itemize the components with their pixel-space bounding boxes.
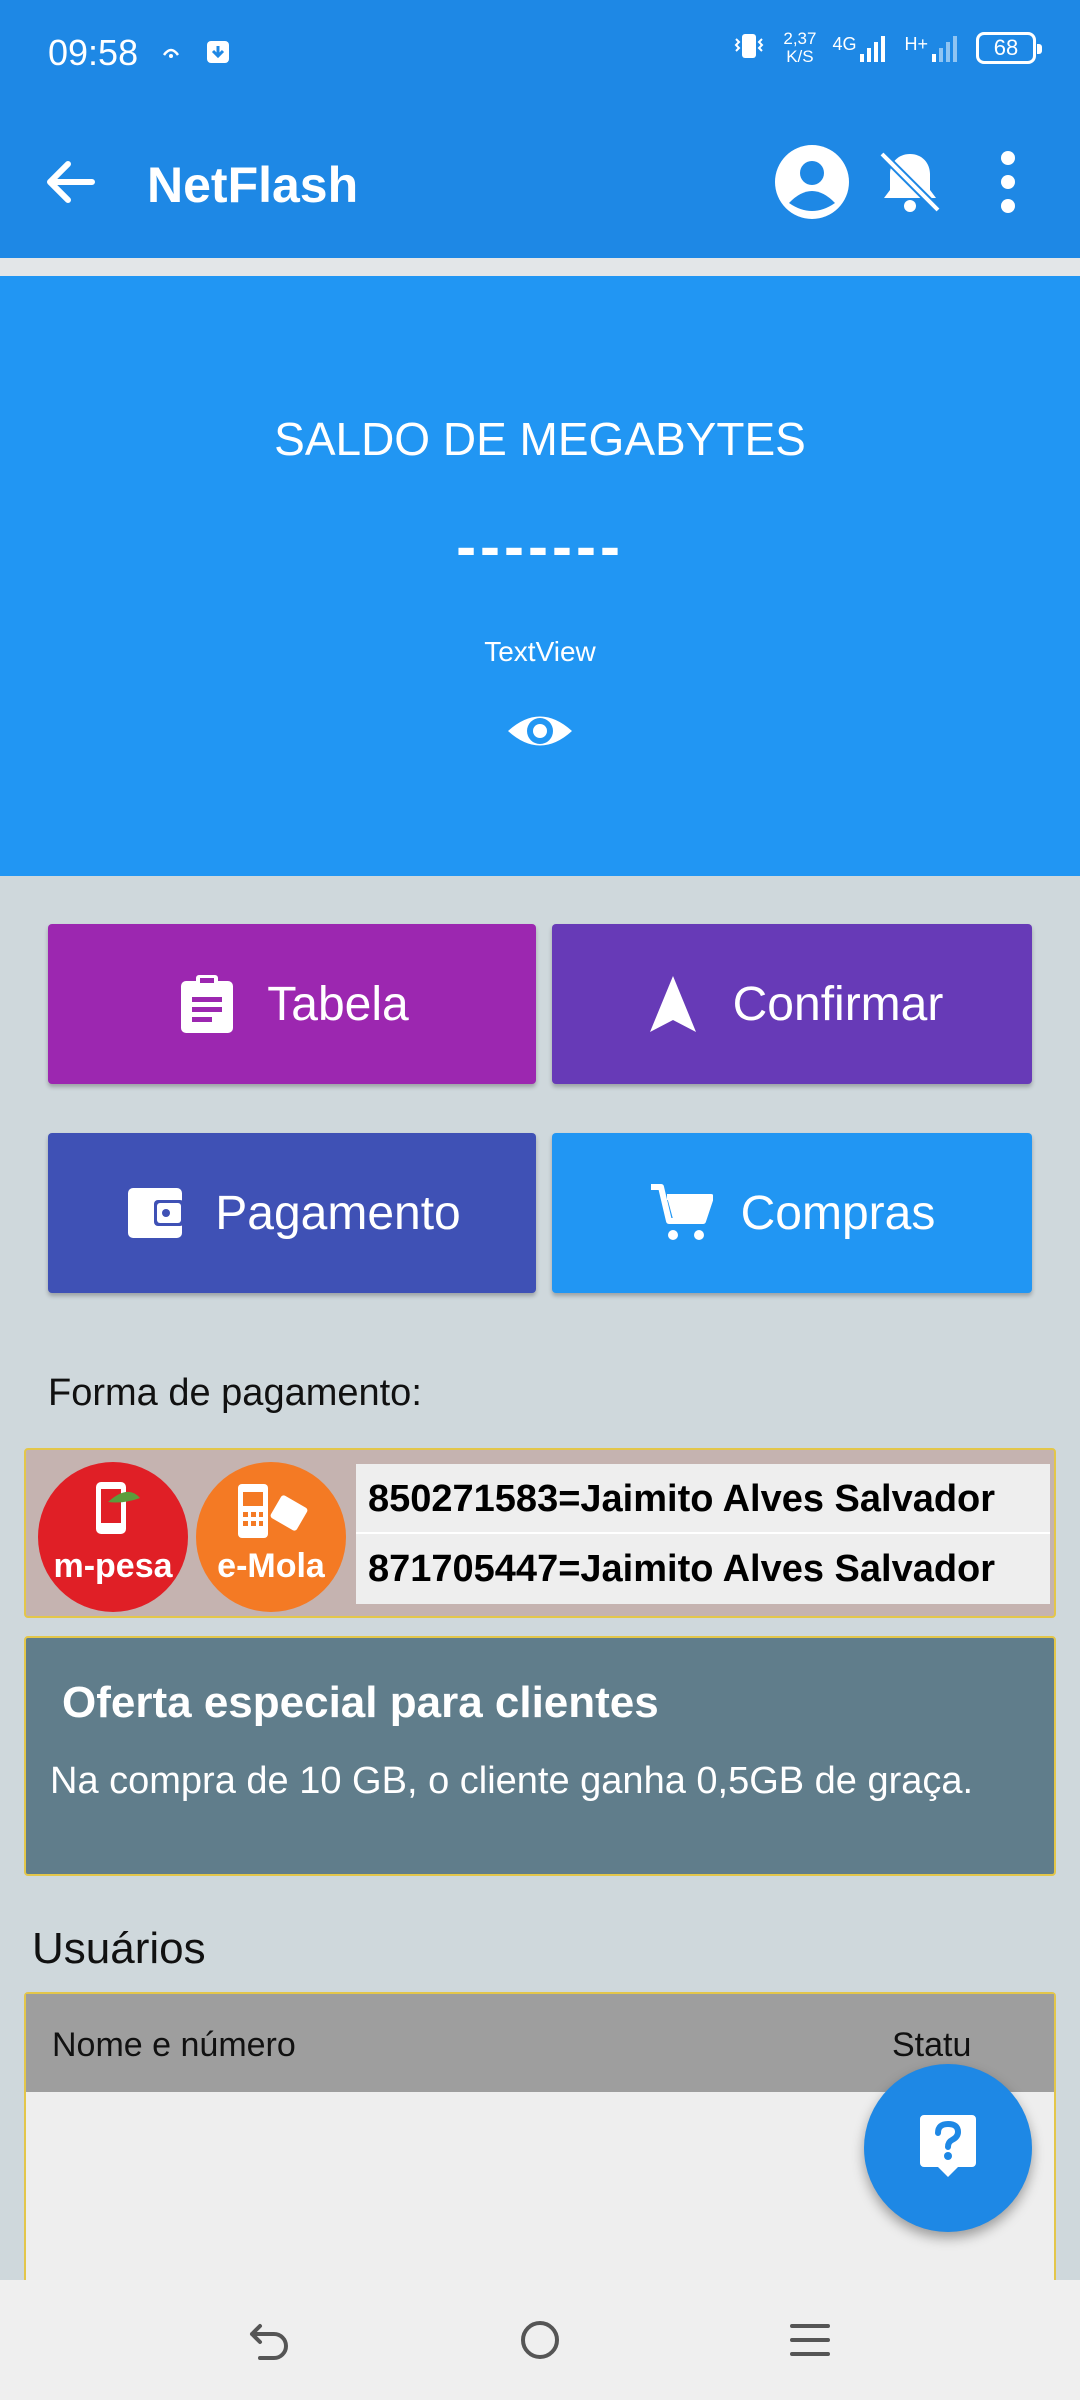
offer-title: Oferta especial para clientes <box>62 1678 659 1727</box>
tabela-button[interactable]: Tabela <box>48 924 536 1084</box>
balance-value: ------- <box>456 513 624 580</box>
network-speed: 2,37 K/S <box>783 30 816 66</box>
payment-number-mpesa: 850271583=Jaimito Alves Salvador <box>356 1464 1050 1534</box>
payment-numbers: 850271583=Jaimito Alves Salvador 8717054… <box>356 1464 1050 1604</box>
eye-icon[interactable] <box>505 696 575 766</box>
pagamento-label: Pagamento <box>215 1186 461 1240</box>
vibrate-icon <box>731 31 767 66</box>
network-hplus-label: H+ <box>904 34 928 54</box>
pagamento-button[interactable]: Pagamento <box>48 1133 536 1293</box>
navigation-icon <box>641 972 705 1036</box>
status-bar: 09:58 2,37 K/S 4G H+ 68 <box>0 0 1080 110</box>
payment-method-label: Forma de pagamento: <box>48 1372 422 1414</box>
balance-title: SALDO DE MEGABYTES <box>274 413 806 465</box>
offer-text: Na compra de 10 GB, o cliente ganha 0,5G… <box>50 1760 974 1802</box>
speed-unit: K/S <box>786 47 814 66</box>
signal-4g-icon: 4G <box>832 34 888 62</box>
app-title: NetFlash <box>147 157 359 213</box>
recents-nav-icon[interactable] <box>780 2310 840 2370</box>
special-offer-card: Oferta especial para clientes Na compra … <box>24 1636 1056 1876</box>
divider-strip <box>0 258 1080 276</box>
download-notification-icon <box>204 38 232 71</box>
battery-level: 68 <box>993 35 1019 60</box>
network-4g-label: 4G <box>832 34 857 54</box>
column-name-number: Nome e número <box>52 2026 296 2064</box>
app-bar: NetFlash <box>0 110 1080 258</box>
clipboard-icon <box>175 972 239 1036</box>
shopping-cart-icon <box>649 1181 713 1245</box>
emola-logo: e-Mola <box>196 1462 346 1612</box>
system-nav-bar <box>0 2280 1080 2400</box>
mpesa-logo-text: m-pesa <box>53 1547 173 1585</box>
mpesa-logo: m-pesa <box>38 1462 188 1612</box>
home-nav-icon[interactable] <box>510 2310 570 2370</box>
payment-box: m-pesa e-Mola 850271583=Jaimito Alves Sa… <box>24 1448 1056 1618</box>
compras-label: Compras <box>740 1186 936 1240</box>
column-status: Statu <box>892 2026 972 2064</box>
confirmar-label: Confirmar <box>732 977 944 1031</box>
users-label: Usuários <box>32 1924 206 1973</box>
data-saver-icon <box>160 41 182 68</box>
arrow-back-icon[interactable] <box>40 152 100 212</box>
back-nav-icon[interactable] <box>240 2310 300 2370</box>
battery-icon: 68 <box>976 32 1042 64</box>
payment-number-emola: 871705447=Jaimito Alves Salvador <box>356 1534 1050 1604</box>
confirmar-button[interactable]: Confirmar <box>552 924 1032 1084</box>
more-vert-icon[interactable] <box>966 140 1050 224</box>
balance-panel: SALDO DE MEGABYTES ------- TextView <box>0 276 1080 876</box>
balance-textview: TextView <box>484 636 596 667</box>
speed-value: 2,37 <box>783 29 817 48</box>
notifications-off-icon[interactable] <box>868 140 952 224</box>
help-fab[interactable] <box>864 2064 1032 2232</box>
account-circle-icon[interactable] <box>770 140 854 224</box>
help-icon <box>918 2113 978 2184</box>
compras-button[interactable]: Compras <box>552 1133 1032 1293</box>
status-time: 09:58 <box>48 32 139 73</box>
wallet-icon <box>123 1181 187 1245</box>
users-table-header: Nome e número Statu <box>26 1994 1054 2092</box>
tabela-label: Tabela <box>267 977 409 1031</box>
signal-hplus-icon: H+ <box>904 34 960 62</box>
emola-logo-text: e-Mola <box>217 1547 325 1585</box>
